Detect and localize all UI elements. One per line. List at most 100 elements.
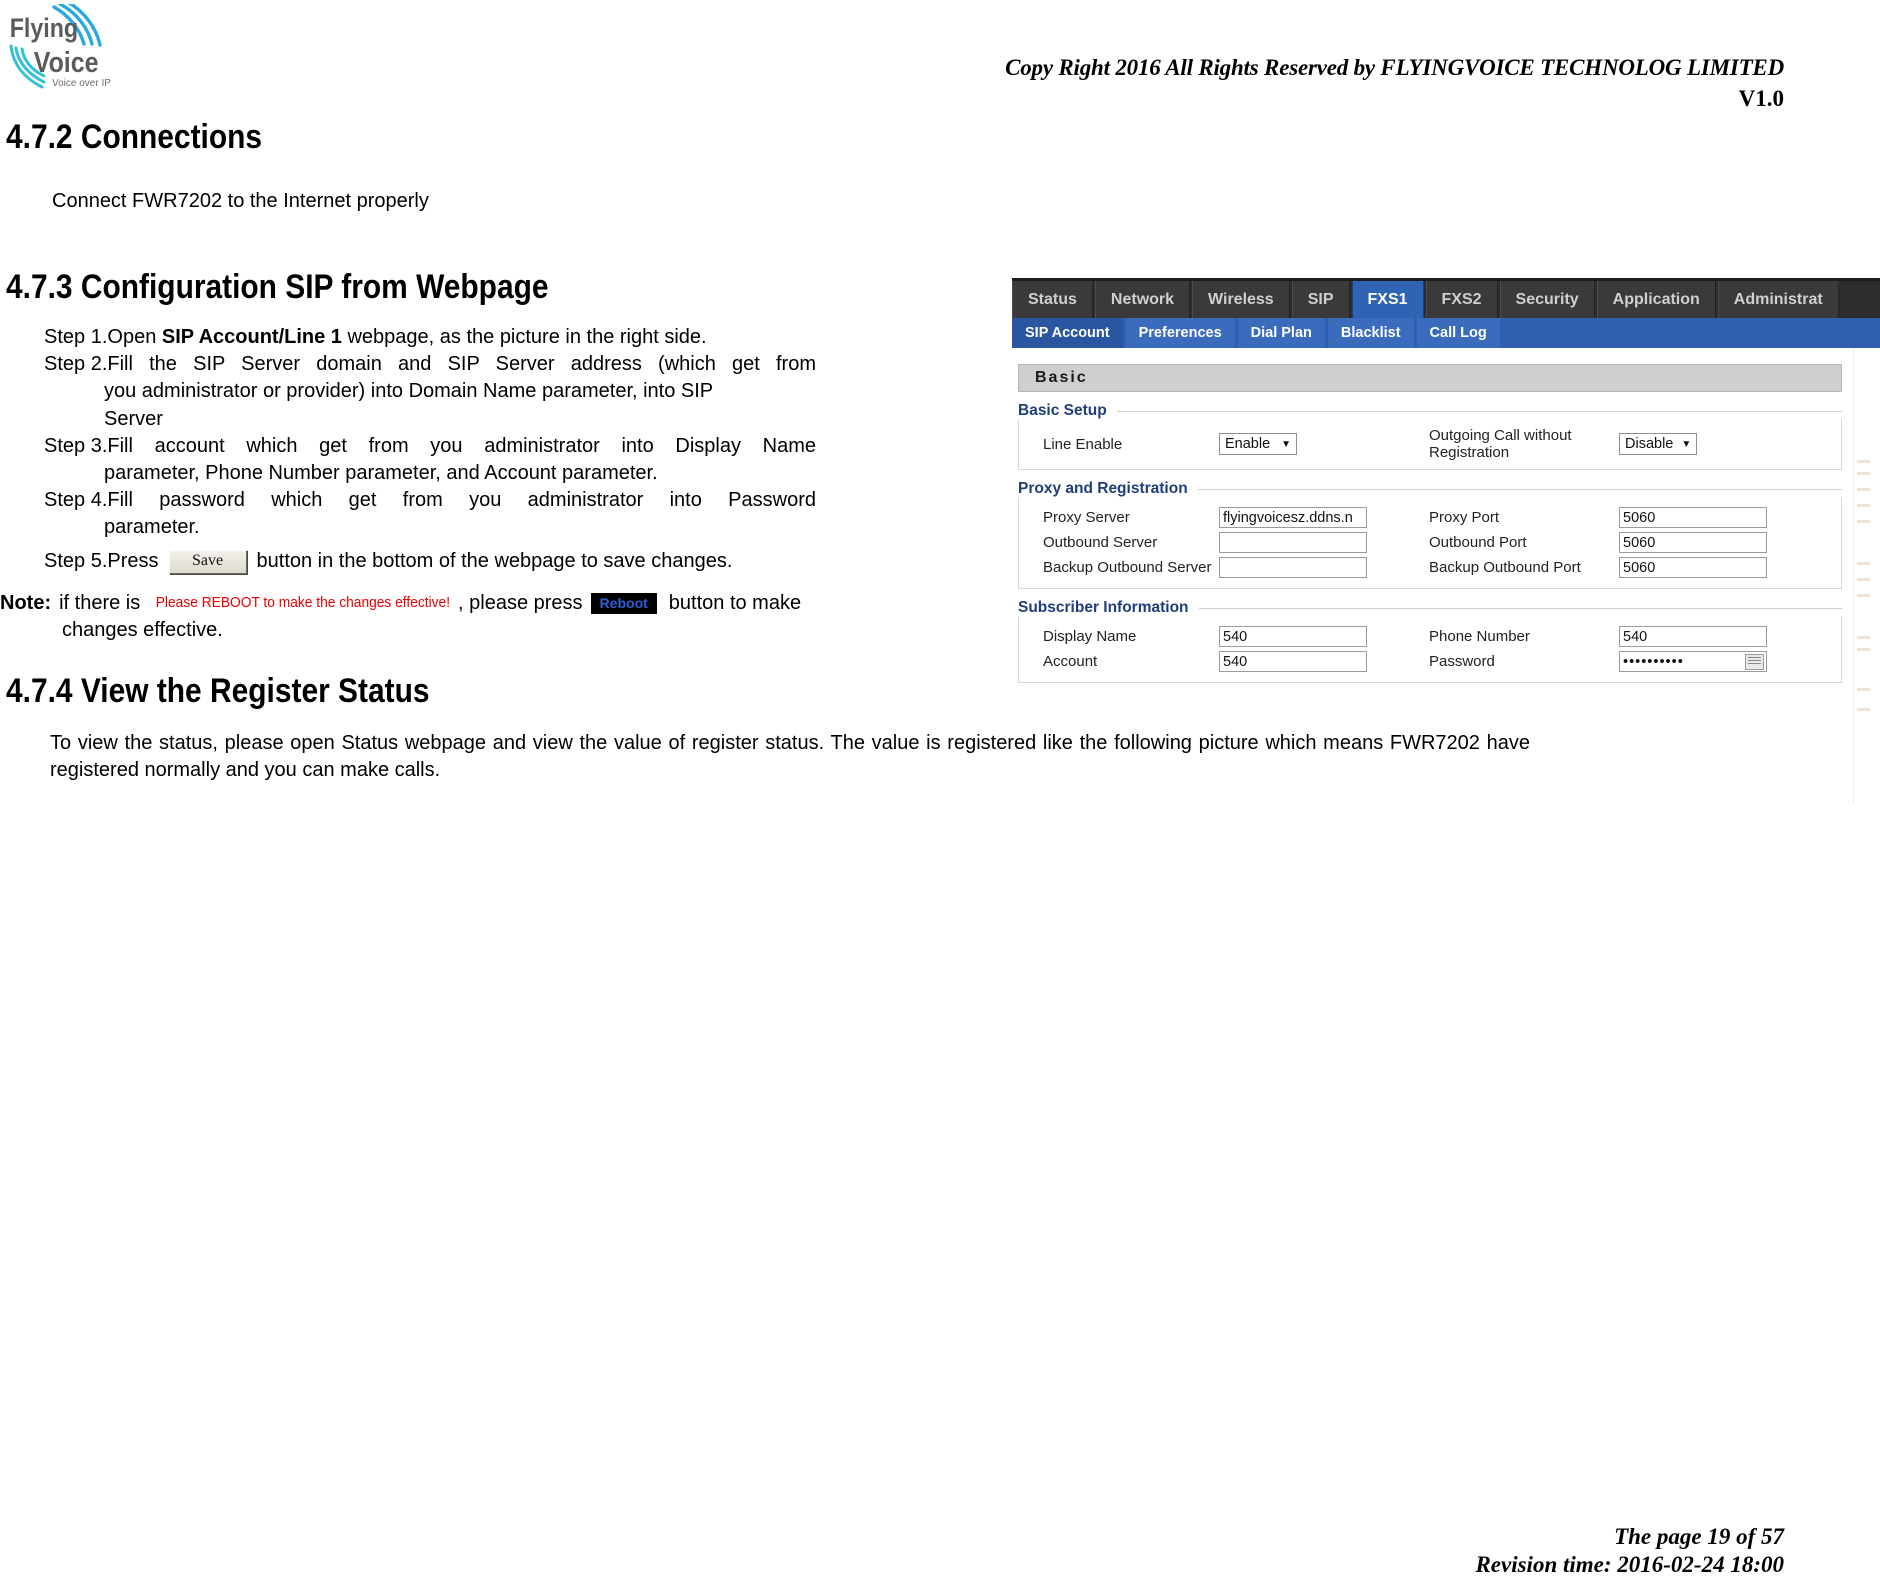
step-label: Step 1. <box>44 326 108 348</box>
webui-tab-network[interactable]: Network <box>1094 281 1191 318</box>
webui-password-wrapper <box>1619 651 1767 672</box>
webui-panel: Basic Basic Setup Line Enable Enable ▼ Outgo… <box>1018 364 1842 683</box>
webui-field-label: Outbound Server <box>1043 534 1158 551</box>
webui-field-label: Display Name <box>1043 628 1137 645</box>
save-button[interactable]: Save <box>168 550 247 574</box>
step-item: Step 2. Fill the SIP Server domain and SI… <box>44 351 816 378</box>
document-header: Flying Voice Voice over IP Copy Right 20… <box>0 0 1880 140</box>
chevron-down-icon: ▼ <box>1281 438 1291 450</box>
step-label: Step 3. <box>44 434 108 457</box>
step-continuation: parameter, Phone Number parameter, and A… <box>104 461 658 484</box>
group-title: Proxy and Registration <box>1018 480 1198 498</box>
step-label: Step 4. <box>44 489 108 512</box>
webui-subtab-dial-plan[interactable]: Dial Plan <box>1237 318 1325 348</box>
heading-4-7-4: 4.7.4 View the Register Status <box>6 672 430 710</box>
note-keyword: Note: <box>0 592 52 614</box>
webui-text-input[interactable] <box>1619 557 1767 578</box>
note-lead: if there is <box>59 592 141 614</box>
webui-field-control <box>1619 626 1767 647</box>
webui-subtab-blacklist[interactable]: Blacklist <box>1327 318 1414 348</box>
webui-form-row: Outbound Server Outbound Port <box>1019 530 1841 555</box>
webui-text-input[interactable] <box>1219 532 1367 553</box>
webui-tab-sip[interactable]: SIP <box>1291 281 1350 318</box>
webui-subtab-call-log[interactable]: Call Log <box>1416 318 1500 348</box>
webui-field-control <box>1219 626 1429 647</box>
webui-group: Proxy and RegistrationProxy ServerProxy … <box>1018 480 1842 589</box>
webui-select[interactable]: Disable ▼ <box>1619 433 1698 455</box>
webui-field-control <box>1619 651 1767 672</box>
chevron-down-icon: ▼ <box>1681 438 1692 450</box>
step-text: Fill password which get from you adminis… <box>107 489 816 512</box>
webui-text-input[interactable] <box>1219 557 1367 578</box>
webui-tab-administrat[interactable]: Administrat <box>1717 281 1839 318</box>
reboot-warning-text: Please REBOOT to make the changes effect… <box>156 595 451 612</box>
step-5-row: Step 5.Press Save button in the bottom o… <box>44 550 834 574</box>
webui-top-navigation: Status Network Wireless SIP FXS1 FXS2 Security… <box>1012 278 1880 318</box>
step-item: Step 4. Fill password which get from you … <box>44 487 816 514</box>
webui-text-input[interactable] <box>1619 532 1767 553</box>
webui-field-control <box>1619 532 1767 553</box>
step-text: Fill account which get from you administ… <box>107 434 816 457</box>
document-footer: The page 19 of 57 Revision time: 2016-02… <box>884 1523 1784 1581</box>
reboot-button[interactable]: Reboot <box>590 592 657 615</box>
webui-field-label: Backup Outbound Server <box>1043 559 1212 576</box>
flyingvoice-logo: Flying Voice Voice over IP <box>8 0 138 92</box>
step-item: Step 1. Open SIP Account/Line 1 webpage, … <box>44 324 816 351</box>
webui-subtab-sip-account[interactable]: SIP Account <box>1012 318 1123 348</box>
webui-subtab-preferences[interactable]: Preferences <box>1125 318 1235 348</box>
logo-tagline-text: Voice over IP <box>52 78 111 89</box>
heading-4-7-2: 4.7.2 Connections <box>6 118 263 156</box>
webui-field-label: Account <box>1043 653 1098 670</box>
step-label: Step 2. <box>44 353 108 376</box>
webui-text-input[interactable] <box>1619 626 1767 647</box>
keyboard-icon[interactable] <box>1745 654 1764 670</box>
webui-tab-fxs1[interactable]: FXS1 <box>1351 281 1424 318</box>
webui-field-label: Proxy Server <box>1043 509 1130 526</box>
steps-list: Step 1. Open SIP Account/Line 1 webpage, … <box>44 324 816 542</box>
paragraph-connections: Connect FWR7202 to the Internet properly <box>52 190 429 212</box>
webui-tab-security[interactable]: Security <box>1499 281 1595 318</box>
step-item: Step 3. Fill account which get from you a… <box>44 433 816 460</box>
webui-sub-navigation: SIP Account Preferences Dial Plan Blacklist… <box>1012 318 1880 348</box>
webui-field-label: Proxy Port <box>1429 509 1500 526</box>
group-box: Display Name Phone Number Account Password <box>1018 616 1842 683</box>
webui-form-row: Proxy Server Proxy Port <box>1019 505 1841 530</box>
webui-field-label: Backup Outbound Port <box>1429 559 1581 576</box>
webui-form-row: Display Name Phone Number <box>1019 624 1841 649</box>
webui-text-input[interactable] <box>1619 507 1767 528</box>
webui-field-control <box>1619 557 1767 578</box>
webui-field-control: Disable ▼ <box>1619 433 1698 455</box>
step-5-tail: button in the bottom of the webpage to s… <box>256 550 733 573</box>
webui-tab-fxs2[interactable]: FXS2 <box>1425 281 1498 318</box>
webui-tab-wireless[interactable]: Wireless <box>1192 281 1290 318</box>
note-line-2: changes effective. <box>62 618 223 641</box>
webui-field-label: Phone Number <box>1429 628 1530 645</box>
webui-tab-status[interactable]: Status <box>1012 281 1093 318</box>
webui-text-input[interactable] <box>1219 626 1367 647</box>
webui-field-control <box>1219 651 1429 672</box>
webui-group: Basic Setup Line Enable Enable ▼ Outgoing Ca… <box>1018 402 1842 470</box>
webui-right-rail <box>1853 348 1880 803</box>
webui-tab-application[interactable]: Application <box>1596 281 1716 318</box>
step-text: Fill the SIP Server domain and SIP Serve… <box>107 353 816 376</box>
webui-text-input[interactable] <box>1219 651 1367 672</box>
logo-flying-text: Flying <box>10 13 78 43</box>
webui-field-label: Password <box>1429 653 1495 670</box>
step-emphasis: SIP Account/Line 1 <box>161 326 342 348</box>
panel-title-bar: Basic <box>1018 364 1842 392</box>
webui-field-label: Outbound Port <box>1429 534 1527 551</box>
footer-page: The page 19 of 57 <box>1614 1523 1784 1549</box>
group-title: Basic Setup <box>1018 402 1117 420</box>
group-box: Proxy ServerProxy PortOutbound ServerOut… <box>1018 497 1842 589</box>
group-title: Subscriber Information <box>1018 599 1199 617</box>
version-label: V1.0 <box>1738 86 1784 111</box>
group-divider <box>1018 411 1842 412</box>
webui-text-input[interactable] <box>1219 507 1367 528</box>
webui-field-control <box>1219 507 1429 528</box>
webui-form-groups: Basic Setup Line Enable Enable ▼ Outgoing Ca… <box>1018 402 1842 683</box>
step-continuation: you administrator or provider) into Doma… <box>104 380 714 403</box>
webui-group: Subscriber Information Display Name Phone … <box>1018 599 1842 683</box>
webui-field-label: Line Enable <box>1043 435 1123 453</box>
step-5-label: Step 5.Press <box>44 550 159 573</box>
webui-select[interactable]: Enable ▼ <box>1219 433 1297 455</box>
